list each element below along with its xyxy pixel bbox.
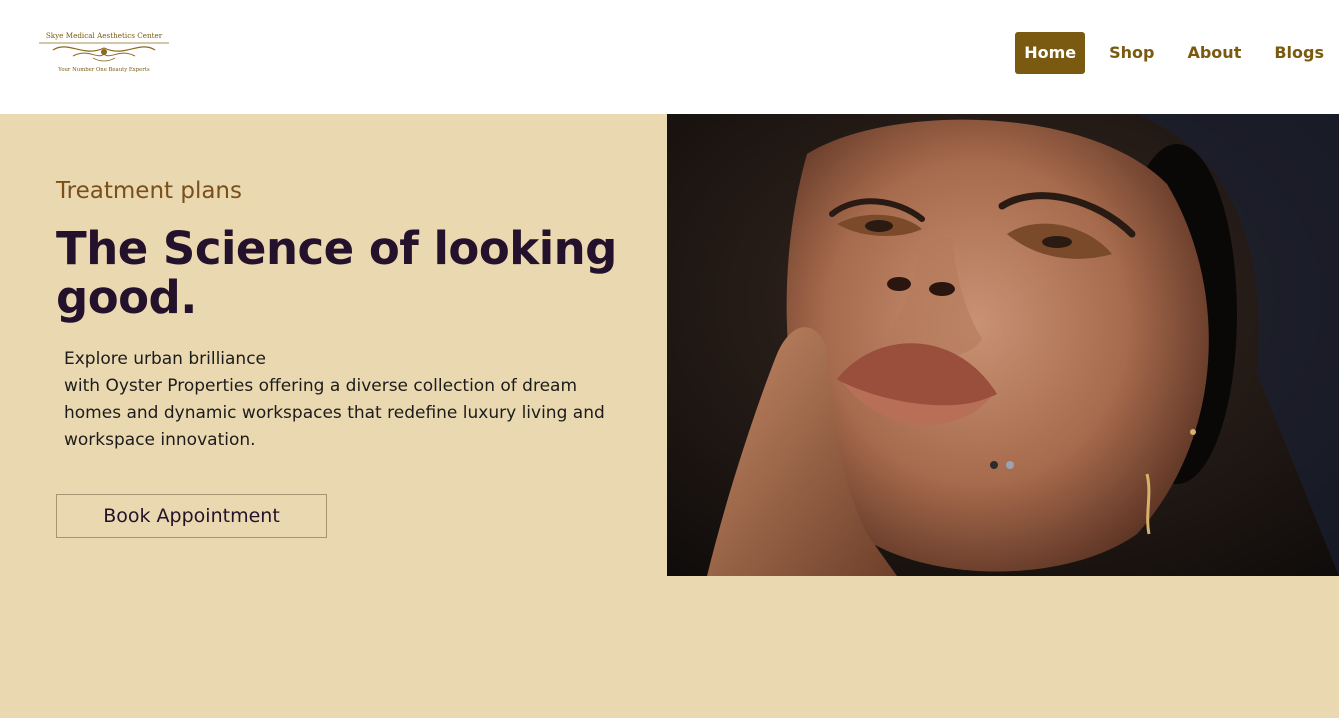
portrait-image	[667, 114, 1339, 576]
brand-logo[interactable]: Skye Medical Aesthetics Center Your Numb…	[33, 28, 175, 74]
main-nav: Home Shop About Blogs	[1015, 32, 1339, 74]
hero-content: Treatment plans The Science of looking g…	[0, 114, 667, 718]
slide-dot-2[interactable]	[1006, 461, 1014, 469]
nav-item-shop[interactable]: Shop	[1100, 32, 1163, 74]
hero-description: Explore urban brilliance with Oyster Pro…	[64, 346, 624, 454]
hero-description-line-1: Explore urban brilliance	[64, 349, 267, 369]
logo-tagline: Your Number One Beauty Experts	[57, 67, 150, 73]
logo-name: Skye Medical Aesthetics Center	[46, 31, 163, 40]
hero-slideshow	[667, 114, 1339, 576]
site-header: Skye Medical Aesthetics Center Your Numb…	[0, 0, 1339, 114]
book-appointment-button[interactable]: Book Appointment	[56, 494, 327, 538]
nav-item-home[interactable]: Home	[1015, 32, 1086, 74]
nav-item-about[interactable]: About	[1178, 32, 1250, 74]
logo-emblem-icon: Skye Medical Aesthetics Center Your Numb…	[39, 31, 169, 73]
slide-indicators	[990, 461, 1014, 469]
hero-headline: The Science of looking good.	[56, 222, 617, 324]
nav-item-blogs[interactable]: Blogs	[1265, 32, 1333, 74]
hero-description-line-2: with Oyster Properties offering a divers…	[64, 376, 605, 450]
hero-eyebrow: Treatment plans	[56, 178, 242, 204]
slide-dot-1[interactable]	[990, 461, 998, 469]
